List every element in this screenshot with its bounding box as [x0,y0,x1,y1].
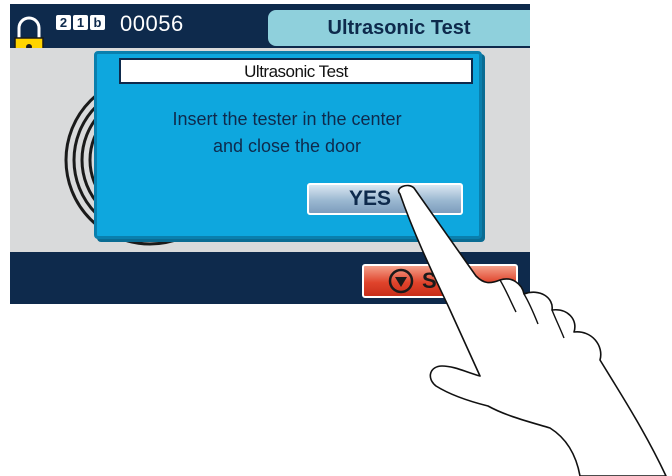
dialog-message-line: Insert the tester in the center [172,109,402,129]
dialog-message-line: and close the door [212,136,362,156]
dialog-title: Ultrasonic Test [119,58,473,84]
screen-title: Ultrasonic Test [268,10,530,46]
top-bar: 2 1 b 00056 Ultrasonic Test [10,4,530,63]
cycle-digit: b [90,15,105,30]
cycle-digit: 2 [56,15,71,30]
hand-pointer-icon [397,184,667,476]
cycle-indicator: 2 1 b [56,15,105,30]
cycle-counter: 00056 [120,11,184,36]
cycle-digit: 1 [73,15,88,30]
dialog-message: Insert the tester in the center and clos… [117,106,457,160]
